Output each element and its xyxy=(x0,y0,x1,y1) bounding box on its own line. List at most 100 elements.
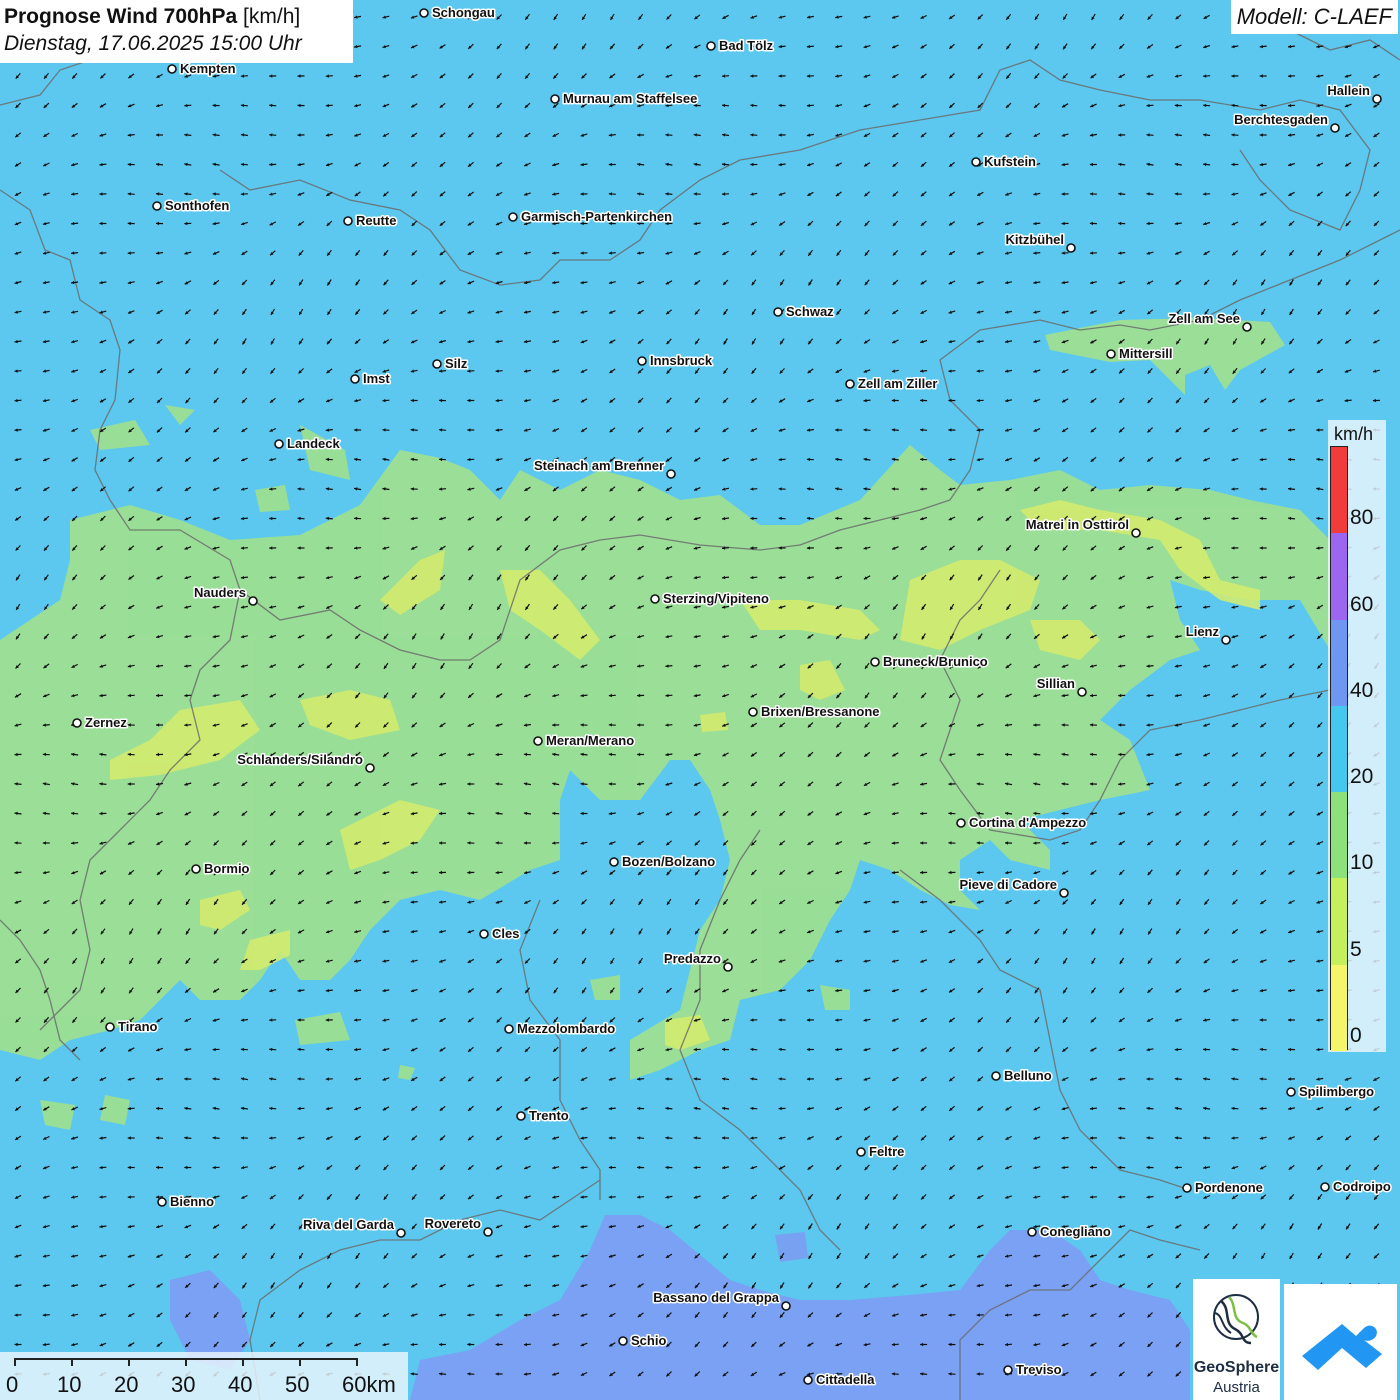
scale-bar: 0 10 20 30 40 50 60km xyxy=(0,1352,408,1400)
scale-tick xyxy=(185,1358,187,1366)
city-dot xyxy=(432,359,442,369)
city-marker: Bruneck/Brunico xyxy=(870,653,989,671)
city-dot xyxy=(533,736,543,746)
city-dot xyxy=(479,929,489,939)
legend-color-segment xyxy=(1331,964,1347,1051)
city-label: Bad Tölz xyxy=(719,38,774,53)
city-dot xyxy=(350,374,360,384)
city-dot xyxy=(1286,1087,1296,1097)
city-dot xyxy=(343,216,353,226)
scale-tick xyxy=(299,1358,301,1366)
city-dot xyxy=(1330,123,1340,133)
city-marker: Meran/Merano xyxy=(533,732,636,750)
city-label: Cortina d'Ampezzo xyxy=(969,815,1086,830)
city-marker: Murnau am Staffelsee xyxy=(550,90,699,108)
city-dot xyxy=(72,718,82,728)
city-marker: Spilimbergo xyxy=(1286,1083,1376,1101)
city-label: Codroipo xyxy=(1333,1179,1391,1194)
legend-tick-label: 10 xyxy=(1350,851,1374,874)
geosphere-country: Austria xyxy=(1213,1379,1260,1396)
city-marker: Schongau xyxy=(419,4,496,22)
city-label: Schwaz xyxy=(786,304,834,319)
legend-color-segment xyxy=(1331,705,1347,793)
city-dot xyxy=(637,356,647,366)
forecast-title-unit: [km/h] xyxy=(243,5,301,28)
city-marker: Sterzing/Vipiteno xyxy=(650,590,770,608)
city-marker: Garmisch-Partenkirchen xyxy=(508,208,674,226)
city-dot xyxy=(157,1197,167,1207)
city-label: Bassano del Grappa xyxy=(653,1290,779,1305)
geosphere-logo: GeoSphere Austria xyxy=(1193,1279,1280,1400)
city-marker: Innsbruck xyxy=(637,352,714,370)
city-marker: Zell am Ziller xyxy=(845,375,939,393)
city-dot xyxy=(618,1336,628,1346)
city-label: Riva del Garda xyxy=(303,1217,395,1232)
city-dot xyxy=(274,439,284,449)
city-dot xyxy=(1059,888,1069,898)
city-dot xyxy=(191,864,201,874)
city-dot xyxy=(706,41,716,51)
city-label: Mittersill xyxy=(1119,346,1172,361)
city-label: Cles xyxy=(492,926,519,941)
city-dot xyxy=(748,707,758,717)
geosphere-name: GeoSphere xyxy=(1193,1359,1280,1376)
city-dot xyxy=(1221,635,1231,645)
city-dot xyxy=(609,857,619,867)
city-dot xyxy=(1066,243,1076,253)
city-dot xyxy=(845,379,855,389)
city-dot xyxy=(483,1227,493,1237)
forecast-title: Prognose Wind 700hPa [km/h] xyxy=(4,3,349,30)
city-dot xyxy=(167,64,177,74)
city-label: Bozen/Bolzano xyxy=(622,854,715,869)
city-label: Sterzing/Vipiteno xyxy=(663,591,769,606)
scale-tick xyxy=(71,1358,73,1366)
city-dot xyxy=(508,212,518,222)
legend-tick-label: 40 xyxy=(1350,679,1374,702)
city-label: Kitzbühel xyxy=(1006,232,1065,247)
city-label: Conegliano xyxy=(1040,1224,1111,1239)
city-label: Schlanders/Silandro xyxy=(237,752,363,767)
city-dot xyxy=(248,596,258,606)
city-marker: Pordenone xyxy=(1182,1179,1264,1197)
city-dot xyxy=(1077,687,1087,697)
city-dot xyxy=(1027,1227,1037,1237)
city-label: Zell am Ziller xyxy=(858,376,937,391)
city-dot xyxy=(516,1111,526,1121)
city-dot xyxy=(870,657,880,667)
scale-tick xyxy=(14,1358,16,1366)
city-label: Predazzo xyxy=(664,951,721,966)
scale-label: 50 xyxy=(285,1372,310,1397)
legend-tick-label: 60 xyxy=(1350,593,1374,616)
geosphere-emblem-icon xyxy=(1213,1294,1259,1345)
city-label: Cittadella xyxy=(816,1372,875,1387)
city-label: Bormio xyxy=(204,861,250,876)
model-label: Modell: C-LAEF xyxy=(1230,0,1398,34)
legend-color-segment xyxy=(1331,447,1347,534)
city-dot xyxy=(1320,1182,1330,1192)
city-label: Kempten xyxy=(180,61,236,76)
city-label: Kufstein xyxy=(984,154,1036,169)
forecast-title-main: Prognose Wind 700hPa xyxy=(4,5,238,28)
city-label: Pieve di Cadore xyxy=(959,877,1057,892)
legend-tick-label: 20 xyxy=(1350,765,1374,788)
city-label: Garmisch-Partenkirchen xyxy=(521,209,672,224)
city-dot xyxy=(396,1228,406,1238)
city-label: Belluno xyxy=(1004,1068,1052,1083)
city-label: Matrei in Osttirol xyxy=(1026,517,1129,532)
color-legend: km/h 80 60 40 20 10 5 0 xyxy=(1328,420,1386,1052)
city-dot xyxy=(550,94,560,104)
city-label: Sonthofen xyxy=(165,198,229,213)
city-marker: Mezzolombardo xyxy=(504,1020,617,1038)
city-label: Imst xyxy=(363,371,390,386)
city-label: Sillian xyxy=(1037,676,1075,691)
legend-tick-label: 0 xyxy=(1350,1024,1362,1047)
city-marker: Brixen/Bressanone xyxy=(748,703,881,721)
city-marker: Conegliano xyxy=(1027,1223,1112,1241)
city-label: Rovereto xyxy=(425,1216,481,1231)
city-label: Innsbruck xyxy=(650,353,713,368)
city-label: Treviso xyxy=(1016,1362,1062,1377)
city-label: Spilimbergo xyxy=(1299,1084,1374,1099)
city-dot xyxy=(650,594,660,604)
city-label: Murnau am Staffelsee xyxy=(563,91,697,106)
city-dot xyxy=(1131,528,1141,538)
